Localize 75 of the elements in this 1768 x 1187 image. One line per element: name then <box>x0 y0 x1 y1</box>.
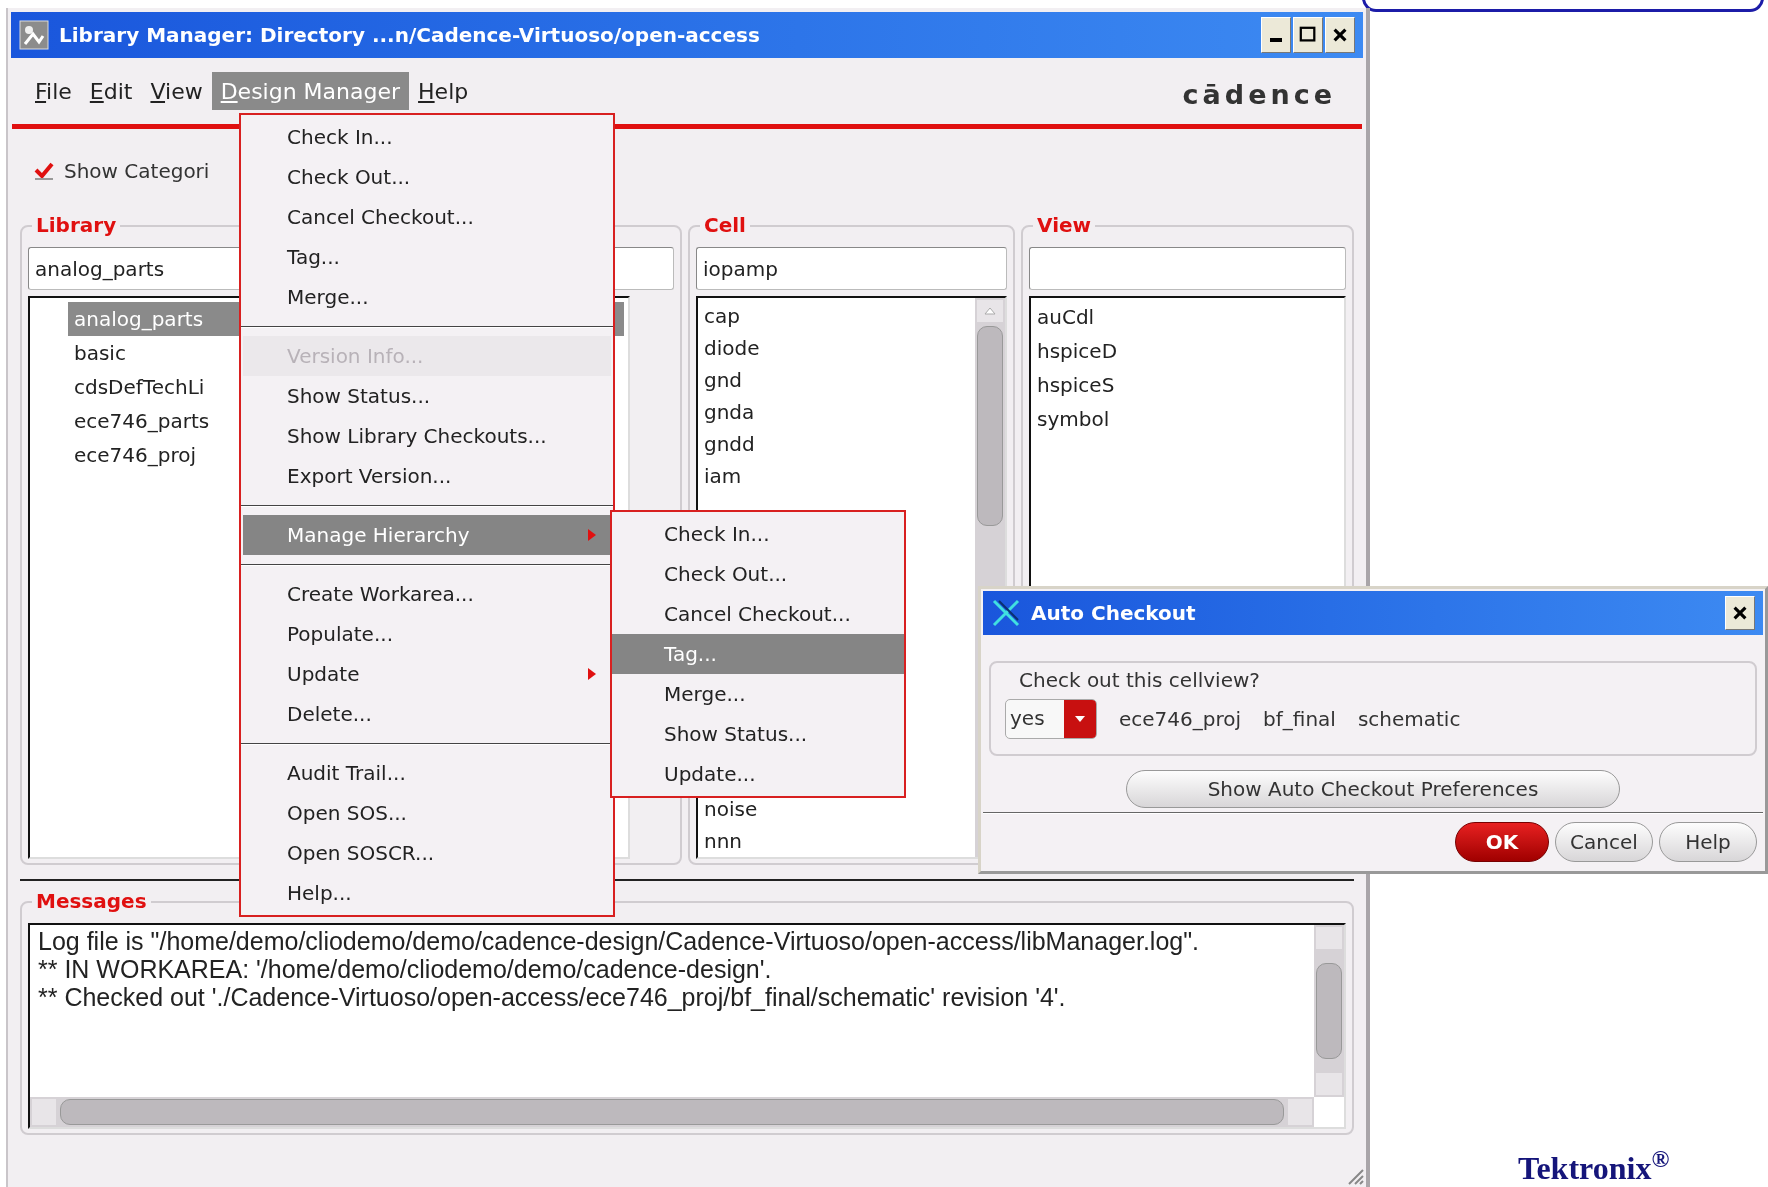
dialog-button[interactable]: Help <box>1659 822 1757 862</box>
up-arrow-icon[interactable] <box>984 307 996 315</box>
prompt-label: Check out this cellview? <box>1018 667 1261 694</box>
text-field[interactable] <box>1029 247 1346 290</box>
app-icon <box>19 20 49 50</box>
close-icon <box>1731 604 1749 622</box>
menu-item[interactable]: Update <box>243 654 611 694</box>
horizontal-scrollbar[interactable] <box>30 1097 1314 1127</box>
menu-item[interactable]: Cancel Checkout... <box>243 197 611 237</box>
list-item[interactable]: auCdl <box>1031 300 1344 334</box>
close-button[interactable] <box>1325 17 1355 53</box>
menu-item[interactable]: Check In... <box>243 117 611 157</box>
menu-item[interactable]: Edit <box>80 72 142 110</box>
menu-item[interactable]: Show Library Checkouts... <box>243 416 611 456</box>
cellview-label: ece746_proj <box>1119 706 1242 733</box>
menu-item[interactable]: Delete... <box>243 694 611 734</box>
menu-item[interactable]: Open SOS... <box>243 793 611 833</box>
vertical-scrollbar[interactable] <box>1314 925 1344 1097</box>
footer-logo: Tektronix$^{®}$ <box>1518 1152 1670 1184</box>
window-title: Library Manager: Directory ...n/Cadence-Virtuoso/open-access <box>59 22 760 49</box>
dialog-button[interactable]: OK <box>1455 822 1549 862</box>
list-item[interactable]: nnn <box>698 825 975 857</box>
menu-item[interactable]: Merge... <box>243 277 611 317</box>
menu-item[interactable]: Check In... <box>612 514 904 554</box>
menu-item[interactable]: Tag... <box>612 634 904 674</box>
menu-item[interactable]: Help... <box>243 873 611 913</box>
caret-icon <box>1074 715 1086 723</box>
menu-item[interactable]: File <box>26 72 81 110</box>
log-line: ** IN WORKAREA: '/home/demo/cliodemo/demo/cadence-design'. <box>38 955 773 983</box>
menu-item[interactable]: Help <box>409 72 478 110</box>
list-item[interactable]: cap <box>698 300 975 332</box>
list-item[interactable]: diode <box>698 332 975 364</box>
menu-item[interactable]: View <box>141 72 212 110</box>
menu-item[interactable]: Tag... <box>243 237 611 277</box>
checkbox-label: Show Categori <box>64 158 210 185</box>
list-item[interactable]: symbol <box>1031 402 1344 436</box>
menu-item[interactable]: Update... <box>612 754 904 794</box>
submenu-arrow-icon <box>587 528 597 542</box>
menu-item[interactable]: Manage Hierarchy <box>243 515 611 555</box>
log-line: Log file is "/home/demo/cliodemo/demo/cadence-design/Cadence-Virtuoso/open-access/libManager.log". <box>38 927 1200 955</box>
list-item[interactable]: gndd <box>698 428 975 460</box>
preferences-button[interactable]: Show Auto Checkout Preferences <box>1126 770 1620 808</box>
close-icon <box>1331 26 1349 44</box>
maximize-icon <box>1299 26 1317 44</box>
cellview-label: bf_final <box>1263 706 1336 733</box>
submenu-arrow-icon <box>587 667 597 681</box>
list-item[interactable]: gnd <box>698 364 975 396</box>
menu-item[interactable]: Populate... <box>243 614 611 654</box>
minimize-button[interactable] <box>1261 17 1291 53</box>
brand-logo: cādence <box>1182 77 1336 112</box>
menu-item[interactable]: Check Out... <box>243 157 611 197</box>
menu-item[interactable]: Merge... <box>612 674 904 714</box>
list-item[interactable]: hspiceS <box>1031 368 1344 402</box>
menu-item[interactable]: Export Version... <box>243 456 611 496</box>
list-item[interactable]: iam <box>698 460 975 492</box>
menu-item[interactable]: Create Workarea... <box>243 574 611 614</box>
close-button[interactable] <box>1725 596 1755 630</box>
x-icon <box>991 598 1021 628</box>
menu-item[interactable]: Audit Trail... <box>243 753 611 793</box>
menu-item[interactable]: Open SOSCR... <box>243 833 611 873</box>
menu-item[interactable]: Cancel Checkout... <box>612 594 904 634</box>
choice-dropdown[interactable]: yes <box>1005 699 1097 739</box>
dialog-title: Auto Checkout <box>1031 600 1196 627</box>
text-field[interactable]: iopamp <box>696 247 1007 290</box>
cellview-label: schematic <box>1357 706 1461 733</box>
list-item[interactable]: hspiceD <box>1031 334 1344 368</box>
show-categories-checkbox[interactable] <box>34 161 54 181</box>
minimize-icon <box>1270 38 1282 42</box>
maximize-button[interactable] <box>1293 17 1323 53</box>
log-line: ** Checked out './Cadence-Virtuoso/open-access/ece746_proj/bf_final/schematic' revision '4'. <box>38 983 1067 1011</box>
menu-item[interactable]: Check Out... <box>612 554 904 594</box>
menu-item[interactable]: Show Status... <box>612 714 904 754</box>
menu-item[interactable]: Show Status... <box>243 376 611 416</box>
dialog-button[interactable]: Cancel <box>1555 822 1653 862</box>
list-item[interactable]: gnda <box>698 396 975 428</box>
